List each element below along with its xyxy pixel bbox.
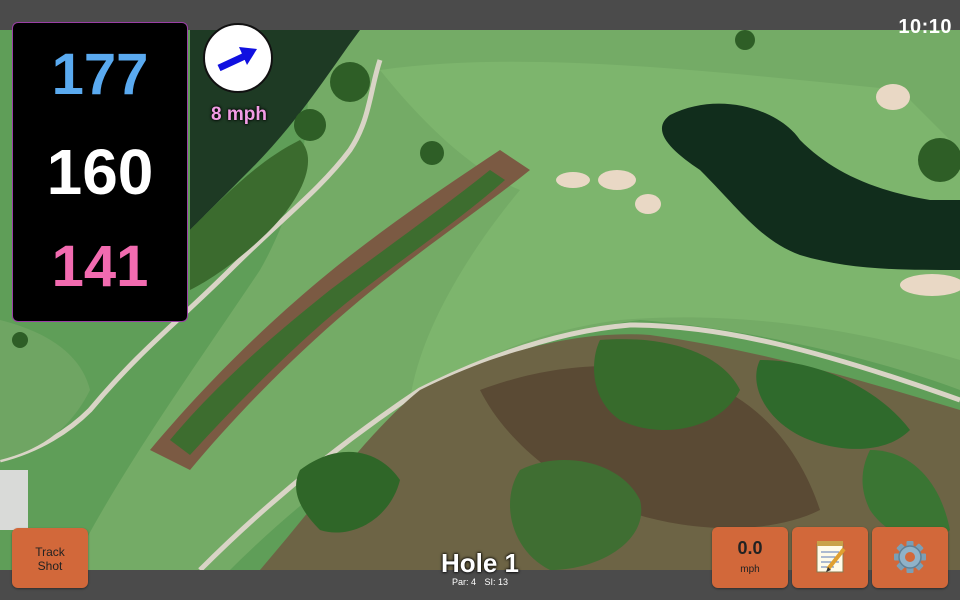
middle-yardage: 160	[46, 136, 154, 208]
wind-arrow-icon	[217, 47, 257, 72]
speed-button[interactable]: 0.0 mph	[712, 527, 788, 588]
track-shot-label-line1: Track	[35, 545, 65, 559]
settings-button[interactable]	[872, 527, 948, 588]
front-yardage: 141	[51, 234, 149, 299]
yardage-panel: 177 160 141	[12, 22, 188, 322]
back-yardage: 177	[51, 42, 149, 107]
status-clock: 10:10	[898, 16, 952, 38]
hole-info: Par: 4 SI: 13	[380, 577, 580, 587]
speed-unit: mph	[740, 564, 760, 575]
track-shot-label-line2: Shot	[37, 559, 63, 573]
notes-button[interactable]	[792, 527, 868, 588]
hole-title: Hole 1	[440, 548, 520, 578]
stroke-index-label: SI: 13	[484, 577, 509, 587]
speed-value: 0.0	[737, 538, 763, 558]
gear-icon	[894, 541, 926, 573]
wind-indicator	[203, 23, 273, 93]
par-label: Par: 4	[451, 577, 476, 587]
wind-speed-label: 8 mph	[211, 104, 267, 125]
track-shot-button[interactable]: Track Shot	[12, 528, 88, 588]
notepad-icon	[816, 541, 846, 573]
